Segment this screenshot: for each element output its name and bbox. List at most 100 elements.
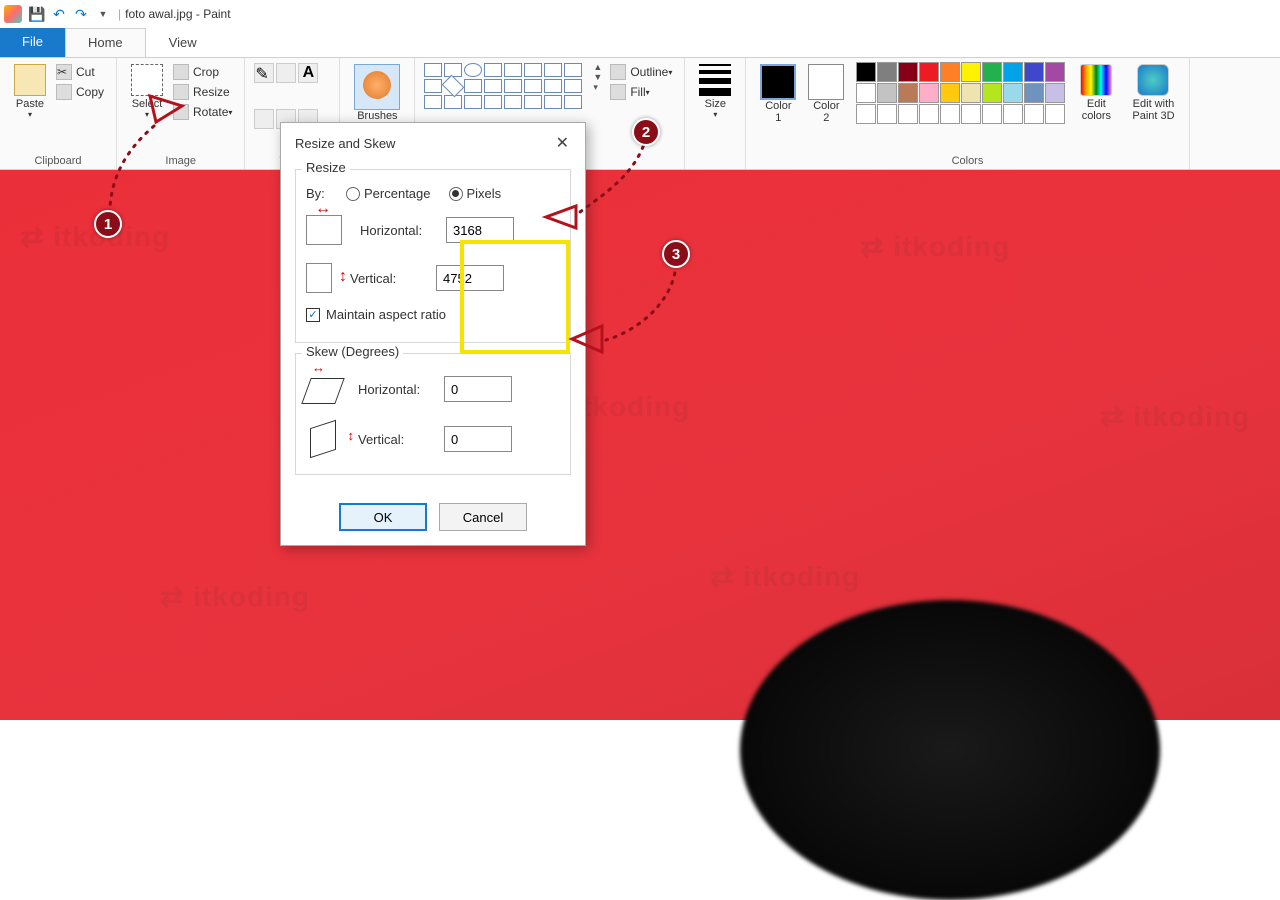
color-palette [856, 62, 1066, 125]
skew-v-icon [306, 424, 340, 454]
annotation-badge-3: 3 [662, 240, 690, 268]
resize-v-label: Vertical: [350, 271, 436, 286]
crop-button[interactable]: Crop [173, 64, 232, 80]
shapes-scroll-down-icon[interactable]: ▼ [593, 72, 602, 82]
resize-legend: Resize [302, 160, 350, 175]
pencil-tool-icon[interactable]: ✎ [254, 63, 274, 83]
brushes-button[interactable]: Brushes [348, 62, 406, 124]
annotation-path-3 [600, 260, 690, 350]
canvas-dark-region [740, 600, 1160, 900]
skew-legend: Skew (Degrees) [302, 344, 403, 359]
color-swatch[interactable] [877, 62, 897, 82]
color-swatch[interactable] [1024, 83, 1044, 103]
ok-button[interactable]: OK [339, 503, 427, 531]
radio-pixels[interactable]: Pixels [449, 186, 502, 201]
edit-colors-icon [1080, 64, 1112, 96]
image-canvas[interactable]: ⇄ itkoding ⇄ itkoding ⇄ itkoding ⇄ itkod… [0, 170, 1280, 720]
annotation-badge-2: 2 [632, 118, 660, 146]
paint3d-icon [1137, 64, 1169, 96]
skew-horizontal-input[interactable] [444, 376, 512, 402]
annotation-path-2 [574, 134, 664, 224]
color-swatch-empty[interactable] [919, 104, 939, 124]
vertical-icon [306, 263, 332, 293]
color-swatch[interactable] [919, 83, 939, 103]
title-bar: 💾 ↶ ↷ ▼ | foto awal.jpg - Paint [0, 0, 1280, 28]
window-filename: foto awal.jpg - Paint [125, 7, 230, 21]
color-swatch[interactable] [1003, 62, 1023, 82]
color-swatch[interactable] [1003, 83, 1023, 103]
color-swatch-empty[interactable] [1024, 104, 1044, 124]
color-swatch-empty[interactable] [940, 104, 960, 124]
maintain-aspect-label: Maintain aspect ratio [326, 307, 446, 322]
color-swatch[interactable] [856, 62, 876, 82]
size-button[interactable]: Size▾ [693, 62, 737, 121]
group-size: Size▾ [685, 58, 746, 169]
color-swatch[interactable] [940, 83, 960, 103]
brush-icon [354, 64, 400, 110]
title-separator: | [118, 7, 121, 21]
color-swatch-empty[interactable] [856, 104, 876, 124]
copy-button[interactable]: Copy [56, 84, 104, 100]
outline-button[interactable]: Outline ▾ [610, 64, 672, 80]
shapes-scroll-up-icon[interactable]: ▲ [593, 62, 602, 72]
color-swatch[interactable] [1024, 62, 1044, 82]
text-tool-icon[interactable]: A [298, 63, 318, 83]
skew-vertical-input[interactable] [444, 426, 512, 452]
fill-tool-icon[interactable] [276, 63, 296, 83]
undo-icon[interactable]: ↶ [50, 5, 68, 23]
color-swatch[interactable] [919, 62, 939, 82]
ribbon-tabs: File Home View [0, 28, 1280, 58]
horizontal-icon [306, 215, 342, 245]
save-icon[interactable]: 💾 [28, 5, 46, 23]
resize-h-label: Horizontal: [360, 223, 446, 238]
color-swatch-empty[interactable] [1045, 104, 1065, 124]
color-swatch-empty[interactable] [877, 104, 897, 124]
color1-button[interactable]: Color 1 [754, 62, 802, 126]
color-swatch-empty[interactable] [898, 104, 918, 124]
group-label-size [693, 165, 737, 167]
radio-percentage[interactable]: Percentage [346, 186, 431, 201]
color-swatch[interactable] [940, 62, 960, 82]
shapes-gallery[interactable] [423, 62, 589, 110]
color-swatch[interactable] [961, 83, 981, 103]
paste-icon [14, 64, 46, 96]
maintain-aspect-checkbox[interactable]: ✓ [306, 308, 320, 322]
shapes-more-icon[interactable]: ▾ [593, 82, 602, 93]
size-icon [699, 64, 731, 96]
group-label-clipboard: Clipboard [8, 153, 108, 167]
color-swatch[interactable] [898, 62, 918, 82]
color-swatch[interactable] [982, 83, 1002, 103]
color-swatch[interactable] [877, 83, 897, 103]
edit-colors-button[interactable]: Edit colors [1074, 62, 1118, 124]
color-swatch[interactable] [982, 62, 1002, 82]
color-swatch-empty[interactable] [1003, 104, 1023, 124]
dialog-title: Resize and Skew [295, 136, 395, 151]
watermark: ⇄ itkoding [860, 230, 1010, 263]
color-swatch-empty[interactable] [982, 104, 1002, 124]
fill-icon [610, 84, 626, 100]
eraser-tool-icon[interactable] [254, 109, 274, 129]
redo-icon[interactable]: ↷ [72, 5, 90, 23]
color-swatch[interactable] [898, 83, 918, 103]
tab-view[interactable]: View [146, 28, 220, 57]
color1-swatch [760, 64, 796, 100]
tab-file[interactable]: File [0, 28, 65, 57]
color-swatch-empty[interactable] [961, 104, 981, 124]
color-swatch[interactable] [1045, 62, 1065, 82]
copy-icon [56, 84, 72, 100]
paste-button[interactable]: Paste▾ [8, 62, 52, 121]
fill-button[interactable]: Fill ▾ [610, 84, 672, 100]
color2-button[interactable]: Color 2 [802, 62, 850, 126]
tab-home[interactable]: Home [65, 28, 146, 57]
group-colors: Color 1 Color 2 Edit colors Edit with Pa… [746, 58, 1189, 169]
close-button[interactable]: ✕ [552, 133, 573, 153]
cancel-button[interactable]: Cancel [439, 503, 527, 531]
color-swatch[interactable] [961, 62, 981, 82]
paint3d-button[interactable]: Edit with Paint 3D [1126, 62, 1180, 124]
cut-button[interactable]: ✂Cut [56, 64, 104, 80]
color-swatch[interactable] [856, 83, 876, 103]
qat-dropdown-icon[interactable]: ▼ [94, 5, 112, 23]
color-swatch[interactable] [1045, 83, 1065, 103]
by-label: By: [306, 186, 346, 201]
watermark: ⇄ itkoding [160, 580, 310, 613]
